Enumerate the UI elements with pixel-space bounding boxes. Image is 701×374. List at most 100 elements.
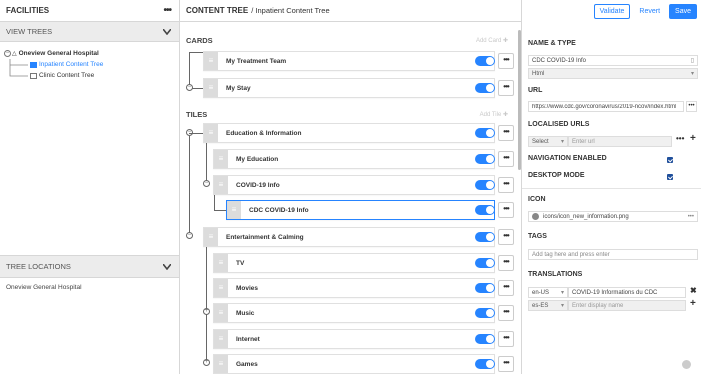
card-item[interactable]: ≡ My Treatment Team xyxy=(203,51,495,71)
tile-item[interactable]: ≡ COVID-19 Info xyxy=(213,175,495,195)
desktop-mode-checkbox[interactable] xyxy=(667,174,673,180)
warning-icon: △ xyxy=(12,51,17,57)
tile-item[interactable]: ≡ Education & Information xyxy=(203,123,495,143)
chevron-down-icon xyxy=(163,263,171,270)
location-item[interactable]: Oneview General Hospital xyxy=(0,278,179,297)
tile-more-button[interactable]: ••• xyxy=(498,177,514,193)
translation-lang-select[interactable]: es-ES ▾ xyxy=(528,300,568,311)
tile-item[interactable]: ≡ TV xyxy=(213,253,495,273)
drag-handle-icon[interactable]: ≡ xyxy=(204,124,218,142)
tile-toggle[interactable] xyxy=(475,232,495,242)
cards-header: CARDS Add Card ✚ xyxy=(180,33,518,47)
expand-icon[interactable]: + xyxy=(203,308,210,315)
tile-toggle[interactable] xyxy=(475,283,495,293)
tree-locations-header[interactable]: TREE LOCATIONS xyxy=(0,256,179,278)
url-value: https://www.cdc.gov/coronavirus/2019-nco… xyxy=(532,103,677,110)
collapse-icon[interactable]: − xyxy=(4,50,11,57)
icon-more-icon[interactable]: ••• xyxy=(688,214,694,220)
name-value: CDC COVID-19 Info xyxy=(532,57,587,64)
drag-handle-icon[interactable]: ≡ xyxy=(204,228,218,246)
view-trees-header[interactable]: VIEW TREES xyxy=(0,22,179,42)
tile-item[interactable]: ≡ My Education xyxy=(213,149,495,169)
add-translation-icon[interactable]: + xyxy=(690,298,696,309)
tags-input[interactable]: Add tag here and press enter xyxy=(528,249,698,260)
card-more-button[interactable]: ••• xyxy=(498,80,514,96)
url-input[interactable]: https://www.cdc.gov/coronavirus/2019-nco… xyxy=(528,101,684,112)
card-toggle[interactable] xyxy=(475,56,495,66)
tile-item-selected[interactable]: ≡ CDC COVID-19 Info xyxy=(226,200,495,220)
translation-lang-select[interactable]: en-US ▾ xyxy=(528,287,568,298)
tile-more-button[interactable]: ••• xyxy=(498,255,514,271)
tile-name: Entertainment & Calming xyxy=(226,233,304,241)
tile-item[interactable]: ≡ Internet xyxy=(213,329,495,349)
tile-toggle[interactable] xyxy=(475,128,495,138)
expand-icon[interactable]: − xyxy=(186,232,193,239)
drag-handle-icon[interactable]: ≡ xyxy=(214,355,228,373)
tile-more-button[interactable]: ••• xyxy=(498,151,514,167)
tile-more-button[interactable]: ••• xyxy=(498,331,514,347)
remove-translation-icon[interactable]: ✖ xyxy=(690,286,697,295)
save-button[interactable]: Save xyxy=(669,3,697,19)
drag-handle-icon[interactable]: ≡ xyxy=(214,304,228,322)
localised-url-input[interactable]: Enter url xyxy=(568,136,672,147)
tile-name: Education & Information xyxy=(226,129,302,137)
tree-line xyxy=(214,210,226,211)
validate-button[interactable]: Validate xyxy=(593,3,631,19)
tile-toggle[interactable] xyxy=(475,258,495,268)
tile-name: Music xyxy=(236,309,255,317)
tile-more-button[interactable]: ••• xyxy=(498,305,514,321)
translation-input[interactable]: COVID-19 Informations du CDC xyxy=(568,287,686,298)
tile-more-button[interactable]: ••• xyxy=(498,202,514,218)
tile-item[interactable]: ≡ Movies xyxy=(213,278,495,298)
name-input[interactable]: CDC COVID-19 Info ▯ xyxy=(528,55,698,66)
revert-button[interactable]: Revert xyxy=(634,5,665,18)
tile-item[interactable]: ≡ Music xyxy=(213,303,495,323)
facilities-more-icon[interactable]: ••• xyxy=(163,5,171,16)
card-more-button[interactable]: ••• xyxy=(498,53,514,69)
drag-handle-icon[interactable]: ≡ xyxy=(214,254,228,272)
tile-toggle[interactable] xyxy=(475,308,495,318)
locale-select[interactable]: Select ▾ xyxy=(528,136,568,147)
drag-handle-icon[interactable]: ≡ xyxy=(204,52,218,70)
add-tile-button[interactable]: Add Tile ✚ xyxy=(480,111,508,118)
content-tree-panel: CONTENT TREE / Inpatient Content Tree CA… xyxy=(180,0,521,374)
tile-more-button[interactable]: ••• xyxy=(498,125,514,141)
add-localised-url-icon[interactable]: + xyxy=(690,133,696,144)
tile-toggle[interactable] xyxy=(475,334,495,344)
drag-handle-icon[interactable]: ≡ xyxy=(227,201,241,219)
view-trees-title: VIEW TREES xyxy=(6,27,53,36)
navigation-enabled-checkbox[interactable] xyxy=(667,157,673,163)
help-icon[interactable] xyxy=(682,360,691,369)
type-value: Html xyxy=(532,70,545,77)
tile-item[interactable]: ≡ Entertainment & Calming xyxy=(203,227,495,247)
tile-name: My Education xyxy=(236,155,279,163)
add-card-button[interactable]: Add Card ✚ xyxy=(476,37,508,44)
expand-icon[interactable]: − xyxy=(186,84,193,91)
drag-handle-icon[interactable]: ≡ xyxy=(214,176,228,194)
icon-label: ICON xyxy=(528,196,546,203)
drag-handle-icon[interactable]: ≡ xyxy=(214,150,228,168)
drag-handle-icon[interactable]: ≡ xyxy=(214,279,228,297)
expand-icon[interactable]: − xyxy=(203,180,210,187)
translation-input[interactable]: Enter display name xyxy=(568,300,686,311)
tile-toggle[interactable] xyxy=(475,205,495,215)
drag-handle-icon[interactable]: ≡ xyxy=(214,330,228,348)
tile-more-button[interactable]: ••• xyxy=(498,229,514,245)
tile-more-button[interactable]: ••• xyxy=(498,280,514,296)
tree-node-hospital[interactable]: − △ Oneview General Hospital xyxy=(4,48,175,59)
tile-toggle[interactable] xyxy=(475,154,495,164)
type-select[interactable]: Html ▾ xyxy=(528,68,698,79)
tile-more-button[interactable]: ••• xyxy=(498,356,514,372)
card-toggle[interactable] xyxy=(475,83,495,93)
facilities-panel: FACILITIES ••• VIEW TREES − △ Oneview Ge… xyxy=(0,0,180,374)
expand-icon[interactable]: + xyxy=(203,359,210,366)
tile-toggle[interactable] xyxy=(475,180,495,190)
tile-item[interactable]: ≡ Games xyxy=(213,354,495,374)
icon-input[interactable]: icons/icon_new_information.png ••• xyxy=(528,211,698,222)
icon-value: icons/icon_new_information.png xyxy=(543,213,629,220)
drag-handle-icon[interactable]: ≡ xyxy=(204,79,218,97)
card-item[interactable]: ≡ My Stay xyxy=(203,78,495,98)
tile-toggle[interactable] xyxy=(475,359,495,369)
localised-more-icon[interactable]: ••• xyxy=(676,134,684,143)
url-more-button[interactable]: ••• xyxy=(686,101,697,112)
